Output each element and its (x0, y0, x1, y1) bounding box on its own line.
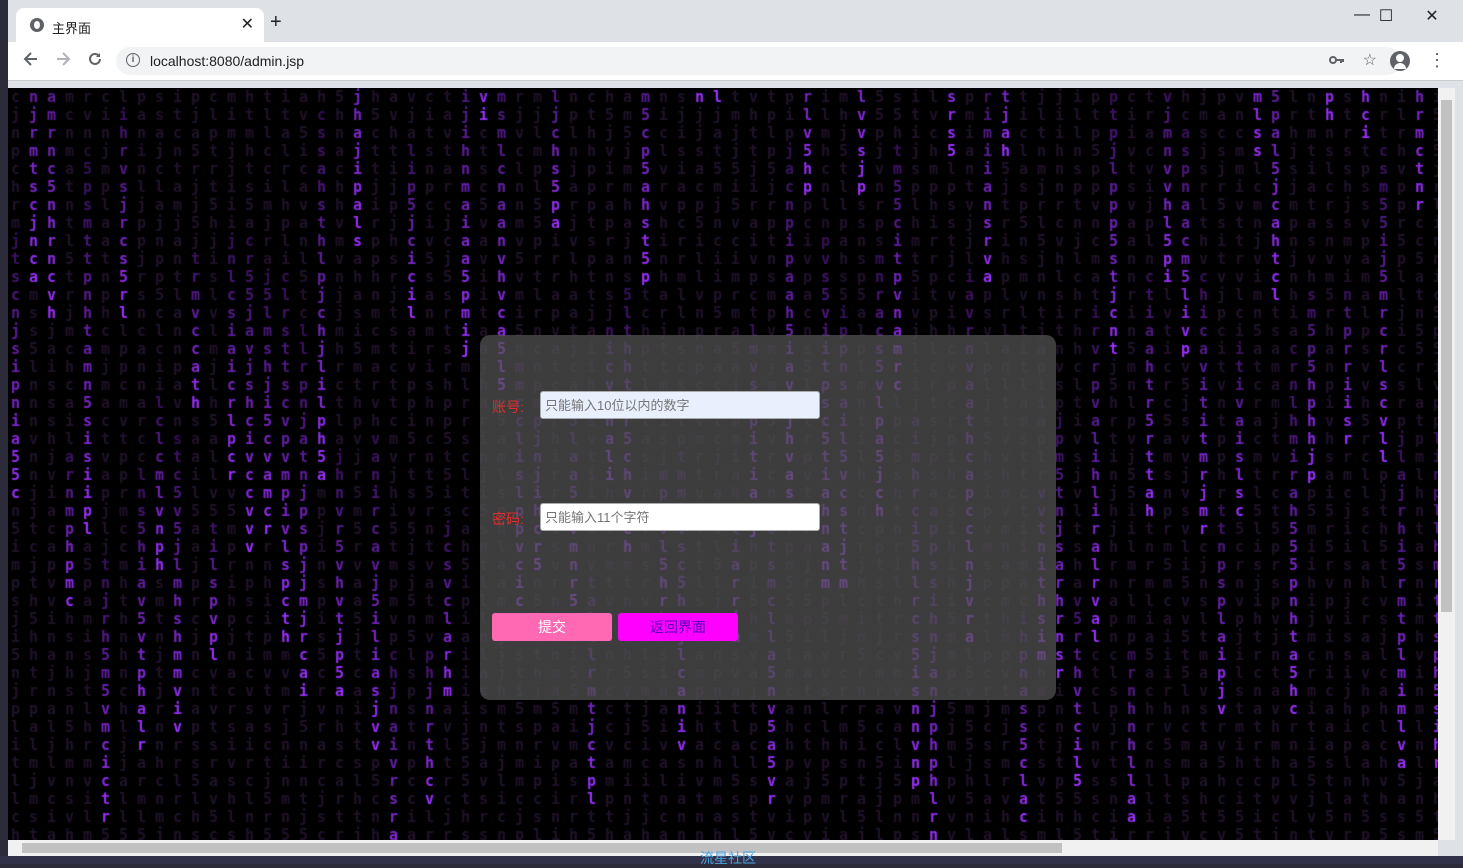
forward-arrow-icon[interactable] (54, 50, 72, 72)
vertical-scrollbar[interactable] (1438, 88, 1455, 840)
kebab-menu-icon[interactable]: ⋮ (1428, 50, 1446, 70)
maximize-button[interactable]: ☐ (1363, 6, 1409, 26)
key-icon[interactable] (1329, 52, 1345, 71)
tab-main[interactable]: 主界面 ✕ (16, 8, 264, 42)
close-window-button[interactable]: ✕ (1409, 6, 1455, 26)
account-input[interactable] (540, 391, 820, 419)
page-viewport: 账号: 密码: 提交 返回界面 (8, 88, 1438, 840)
globe-icon (30, 18, 44, 32)
account-label: 账号: (492, 399, 524, 415)
reload-icon[interactable] (86, 50, 104, 72)
browser-toolbar: i localhost:8080/admin.jsp ☆ ⋮ (8, 42, 1463, 81)
address-bar[interactable]: i localhost:8080/admin.jsp ☆ (116, 47, 1401, 75)
horizontal-scroll-thumb[interactable] (22, 843, 1062, 853)
login-panel: 账号: 密码: 提交 返回界面 (480, 335, 1056, 700)
taskbar-text: 流星社区 (700, 850, 756, 866)
account-icon[interactable] (1390, 51, 1410, 71)
star-icon[interactable]: ☆ (1363, 50, 1377, 70)
submit-button[interactable]: 提交 (492, 613, 612, 641)
tab-title: 主界面 (52, 21, 92, 36)
back-button[interactable]: 返回界面 (618, 613, 738, 641)
vertical-scroll-thumb[interactable] (1441, 100, 1452, 612)
back-arrow-icon[interactable] (22, 50, 40, 72)
url-text[interactable]: localhost:8080/admin.jsp (150, 53, 304, 69)
tab-strip: 主界面 ✕ + — ☐ ✕ (8, 0, 1463, 42)
tab-close-icon[interactable]: ✕ (241, 14, 254, 34)
new-tab-button[interactable]: + (270, 12, 282, 32)
password-label: 密码: (492, 511, 524, 527)
info-icon[interactable]: i (126, 53, 140, 67)
password-input[interactable] (540, 503, 820, 531)
